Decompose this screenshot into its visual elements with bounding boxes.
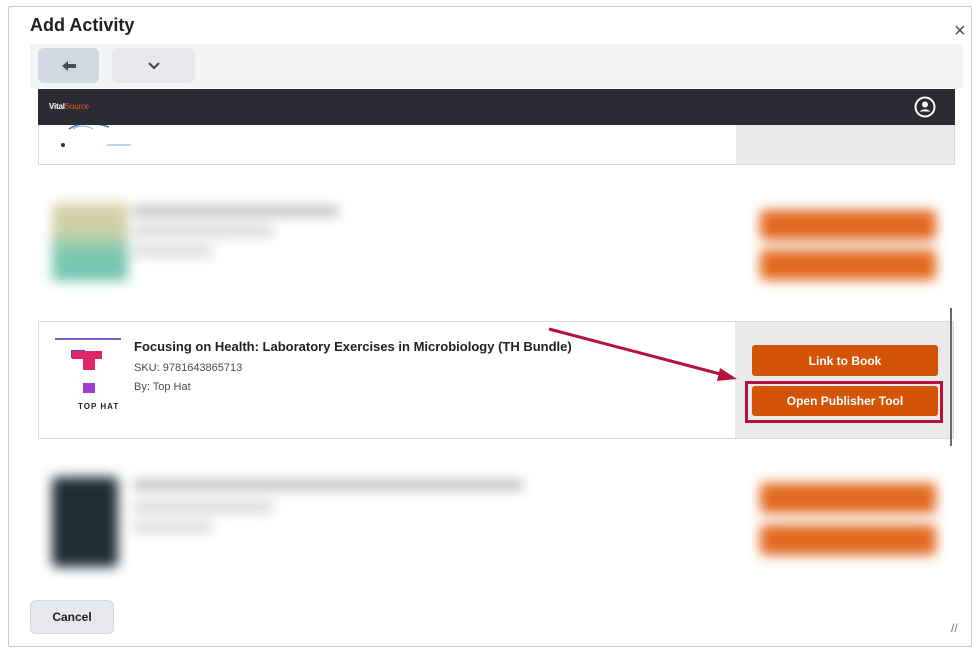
book-thumbnail [61,125,131,147]
blurred-button [760,210,936,240]
blurred-text [133,522,213,532]
logo-divider [55,338,121,340]
book-card-partial [38,125,955,165]
dropdown-button[interactable] [112,48,195,83]
book-thumbnail [52,477,118,567]
blurred-text [133,226,273,236]
blurred-text [133,206,338,216]
blurred-button [760,483,936,513]
scrollbar-edge [950,308,952,446]
back-button[interactable] [38,48,99,83]
blurred-text [133,502,273,512]
blurred-text [133,480,523,490]
toolbar [30,44,963,88]
dialog-title: Add Activity [30,15,135,35]
book-thumbnail [52,203,128,281]
blurred-book-card-1 [38,168,955,313]
product-title: Focusing on Health: Laboratory Exercises… [134,339,572,354]
product-author: By: Top Hat [134,381,191,393]
close-icon[interactable]: × [954,21,966,41]
vitalsource-header: VitalSource [38,89,955,125]
top-hat-logo [83,358,95,370]
resize-handle-icon[interactable]: // [951,621,958,635]
card-action-panel [736,125,954,164]
blurred-button [760,525,936,555]
chevron-down-icon [147,61,160,70]
cancel-button[interactable]: Cancel [30,600,114,634]
user-circle-icon[interactable] [914,96,936,118]
product-sku: SKU: 9781643865713 [134,362,243,374]
blurred-button [760,250,936,280]
link-to-book-button[interactable]: Link to Book [752,345,938,376]
vitalsource-logo: VitalSource [49,102,89,111]
top-hat-logo-text: TOP HAT [78,402,120,411]
top-hat-logo [83,383,95,393]
blurred-book-card-2 [38,455,955,585]
arrow-left-icon [61,60,76,71]
highlight-box [745,381,943,423]
blurred-text [133,246,213,256]
